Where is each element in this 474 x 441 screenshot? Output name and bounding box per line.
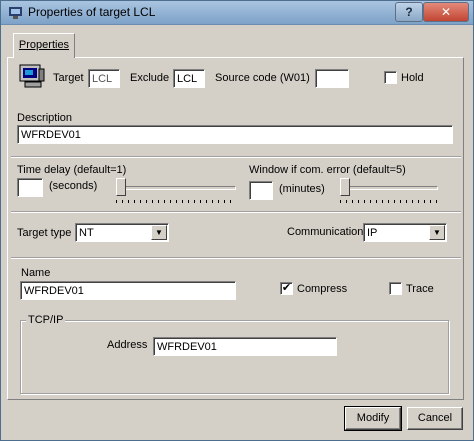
time-delay-unit: (seconds) <box>49 180 98 192</box>
tab-properties[interactable]: Properties <box>13 33 75 58</box>
name-label: Name <box>21 267 51 279</box>
window-error-label: Window if com. error (default=5) <box>249 164 406 176</box>
properties-dialog: Properties of target LCL ? ✕ Properties … <box>0 0 474 441</box>
window-error-field[interactable] <box>249 181 273 200</box>
compress-checkbox[interactable]: ✔ <box>280 282 293 295</box>
target-field[interactable]: LCL <box>88 69 120 88</box>
app-icon <box>9 7 22 19</box>
chevron-down-icon[interactable]: ▼ <box>151 225 167 240</box>
separator <box>11 211 461 213</box>
tab-properties-label: Properties <box>18 39 70 51</box>
communication-value: IP <box>367 227 378 239</box>
description-label: Description <box>17 112 73 124</box>
window-error-unit: (minutes) <box>279 183 325 195</box>
address-label: Address <box>107 339 148 351</box>
window-error-slider-ticks <box>340 200 438 203</box>
compress-label: Compress <box>297 283 348 295</box>
exclude-field[interactable]: LCL <box>173 69 205 88</box>
time-delay-slider-thumb[interactable] <box>116 178 126 196</box>
trace-checkbox[interactable] <box>389 282 402 295</box>
target-type-label: Target type <box>17 227 72 239</box>
check-icon: ✔ <box>281 282 292 294</box>
source-code-field[interactable] <box>315 69 349 88</box>
address-field[interactable]: WFRDEV01 <box>153 337 337 356</box>
time-delay-field[interactable] <box>17 178 43 197</box>
description-field[interactable]: WFRDEV01 <box>17 125 453 144</box>
chevron-down-icon[interactable]: ▼ <box>429 225 445 240</box>
time-delay-label: Time delay (default=1) <box>17 164 127 176</box>
tcpip-group-label: TCP/IP <box>26 314 66 326</box>
communication-select[interactable]: IP ▼ <box>363 223 447 242</box>
window-error-slider-thumb[interactable] <box>340 178 350 196</box>
target-type-select[interactable]: NT ▼ <box>75 223 169 242</box>
hold-checkbox[interactable] <box>384 71 397 84</box>
separator <box>11 257 461 259</box>
source-code-label: Source code (W01) <box>215 72 310 84</box>
name-field[interactable]: WFRDEV01 <box>20 281 236 300</box>
hold-label: Hold <box>401 72 424 84</box>
terminal-icon <box>19 64 45 88</box>
tcpip-groupbox <box>20 320 449 394</box>
window-title: Properties of target LCL <box>28 5 156 19</box>
time-delay-slider-ticks <box>116 200 236 203</box>
window-error-slider[interactable] <box>340 178 438 208</box>
trace-label: Trace <box>406 283 434 295</box>
exclude-label: Exclude <box>130 72 170 84</box>
help-button[interactable]: ? <box>395 2 423 22</box>
time-delay-slider[interactable] <box>116 178 236 208</box>
modify-button[interactable]: Modify <box>344 406 402 431</box>
close-button[interactable]: ✕ <box>423 2 469 22</box>
separator <box>11 156 461 158</box>
target-type-value: NT <box>79 227 94 239</box>
communication-label: Communication <box>287 226 364 238</box>
target-label: Target <box>53 72 84 84</box>
cancel-button[interactable]: Cancel <box>407 407 463 430</box>
title-bar[interactable]: Properties of target LCL ? ✕ <box>1 1 473 25</box>
